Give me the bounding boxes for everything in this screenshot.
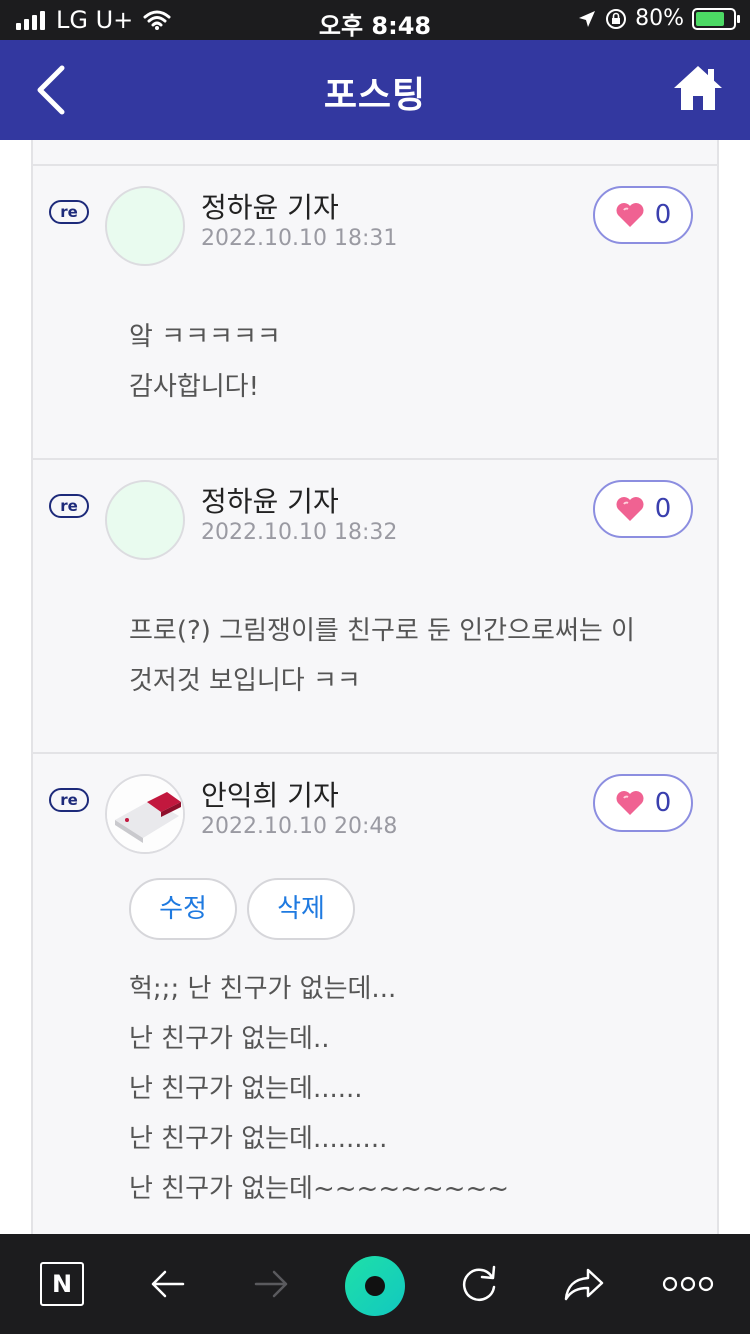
edit-button[interactable]: 수정 (129, 878, 237, 940)
status-bar: LG U+ 오후 8:48 80% (0, 0, 750, 40)
comment-line: 앜 ㅋㅋㅋㅋㅋ (129, 322, 281, 352)
home-icon (674, 66, 722, 110)
naver-home-button[interactable]: N (34, 1256, 90, 1312)
arrow-right-icon (254, 1270, 288, 1298)
comment-item: re 안익희 기자 2022.10.10 20:48 0 수정 삭제 헉;;; … (33, 754, 717, 1234)
heart-icon (616, 791, 644, 815)
like-button[interactable]: 0 (593, 480, 693, 538)
avatar (105, 186, 185, 266)
naver-logo-icon: N (40, 1262, 84, 1306)
comment-date: 2022.10.10 20:48 (201, 814, 398, 839)
like-count: 0 (654, 788, 672, 818)
battery-percent: 80% (635, 6, 684, 31)
comment-date: 2022.10.10 18:31 (201, 226, 398, 251)
comment-text: 헉;;; 난 친구가 없는데... 난 친구가 없는데.. 난 친구가 없는데.… (129, 964, 689, 1214)
comment-item: re 정하윤 기자 2022.10.10 18:32 0 프로(?) 그림쟁이를… (33, 460, 717, 754)
comment-line: 것저것 보입니다 ㅋㅋ (129, 666, 361, 696)
avatar (105, 480, 185, 560)
comment-line: 감사합니다! (129, 372, 260, 402)
heart-icon (616, 497, 644, 521)
home-button[interactable] (672, 62, 724, 114)
refresh-button[interactable] (451, 1256, 507, 1312)
comment-line: 난 친구가 없는데......... (129, 1124, 388, 1154)
heart-icon (616, 203, 644, 227)
comment-date: 2022.10.10 18:32 (201, 520, 398, 545)
share-button[interactable] (556, 1256, 612, 1312)
comment-author: 정하윤 기자 (201, 191, 339, 224)
comment-line: 난 친구가 없는데~~~~~~~~~ (129, 1174, 510, 1204)
more-button[interactable] (660, 1256, 716, 1312)
app-header: 포스팅 (0, 40, 750, 140)
arrow-left-icon (151, 1270, 185, 1298)
share-arrow-icon (564, 1268, 604, 1301)
comment-author: 안익희 기자 (201, 779, 339, 812)
back-nav-button[interactable] (139, 1256, 195, 1312)
like-count: 0 (654, 200, 672, 230)
location-arrow-icon (579, 10, 596, 27)
reply-badge: re (49, 200, 89, 224)
like-button[interactable]: 0 (593, 186, 693, 244)
chevron-left-icon (37, 65, 65, 115)
browser-toolbar: N (0, 1234, 750, 1334)
comment-text: 앜 ㅋㅋㅋㅋㅋ 감사합니다! (129, 312, 689, 412)
reply-badge: re (49, 788, 89, 812)
avatar (105, 774, 185, 854)
like-button[interactable]: 0 (593, 774, 693, 832)
previous-comment-edge (33, 140, 717, 166)
delete-button[interactable]: 삭제 (247, 878, 355, 940)
forward-nav-button[interactable] (244, 1256, 300, 1312)
battery-icon (692, 7, 740, 30)
reply-badge: re (49, 494, 89, 518)
more-icon (662, 1276, 714, 1292)
green-dot-button[interactable] (343, 1254, 407, 1318)
comment-list: re 정하윤 기자 2022.10.10 18:31 0 앜 ㅋㅋㅋㅋㅋ 감사합… (31, 140, 719, 1234)
green-dot-icon (345, 1256, 405, 1316)
comment-line: 헉;;; 난 친구가 없는데... (129, 974, 397, 1004)
comment-line: 난 친구가 없는데.. (129, 1024, 330, 1054)
back-button[interactable] (28, 62, 78, 118)
comment-line: 프로(?) 그림쟁이를 친구로 둔 인간으로써는 이 (129, 616, 635, 646)
comment-item: re 정하윤 기자 2022.10.10 18:31 0 앜 ㅋㅋㅋㅋㅋ 감사합… (33, 166, 717, 460)
comment-author: 정하윤 기자 (201, 485, 339, 518)
avatar-image (107, 776, 183, 852)
orientation-lock-icon (606, 8, 627, 29)
like-count: 0 (654, 494, 672, 524)
comment-line: 난 친구가 없는데...... (129, 1074, 363, 1104)
comment-section: re 정하윤 기자 2022.10.10 18:31 0 앜 ㅋㅋㅋㅋㅋ 감사합… (0, 140, 750, 1234)
page-title: 포스팅 (323, 75, 427, 116)
comment-text: 프로(?) 그림쟁이를 친구로 둔 인간으로써는 이 것저것 보입니다 ㅋㅋ (129, 606, 689, 706)
refresh-icon (462, 1265, 496, 1301)
naver-logo-letter: N (51, 1270, 73, 1298)
